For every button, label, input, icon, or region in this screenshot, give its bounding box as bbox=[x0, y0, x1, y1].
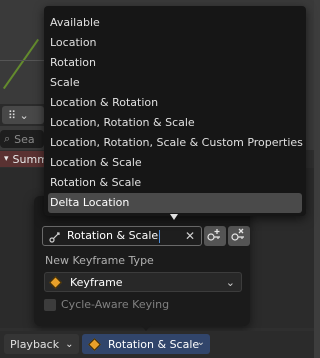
collapse-icon: ▾ bbox=[4, 154, 9, 164]
playback-label: Playback bbox=[10, 337, 60, 351]
cycle-aware-label: Cycle-Aware Keying bbox=[61, 298, 170, 311]
active-keying-set-row: Rotation & Scale ✕ bbox=[42, 226, 250, 246]
menu-item-rotation[interactable]: Rotation bbox=[48, 53, 302, 73]
clear-icon[interactable]: ✕ bbox=[185, 229, 195, 243]
keying-set-dropdown-menu: Available Location Rotation Scale Locati… bbox=[44, 6, 306, 216]
menu-item-scale[interactable]: Scale bbox=[48, 73, 302, 93]
mode-icon: ⠿ ⌄ bbox=[8, 108, 29, 122]
menu-item-location-rotation-scale-custom[interactable]: Location, Rotation, Scale & Custom Prope… bbox=[48, 133, 303, 153]
new-keyframe-type-label: New Keyframe Type bbox=[45, 254, 154, 267]
chevron-down-icon: ⌄ bbox=[65, 338, 74, 350]
popover-pointer bbox=[140, 324, 152, 331]
keyframe-type-select[interactable]: Keyframe ⌄ bbox=[44, 272, 242, 292]
key-remove-icon bbox=[231, 228, 247, 245]
menu-item-available[interactable]: Available bbox=[48, 13, 302, 33]
text-caret bbox=[159, 229, 161, 243]
menu-item-location-rotation-scale[interactable]: Location, Rotation & Scale bbox=[48, 113, 302, 133]
cycle-aware-keying-row[interactable]: Cycle-Aware Keying bbox=[44, 298, 169, 311]
keying-set-icon bbox=[47, 228, 63, 244]
keying-set-text: Rotation & Scale bbox=[67, 229, 161, 243]
menu-item-rotation-scale[interactable]: Rotation & Scale bbox=[48, 173, 302, 193]
menu-item-location[interactable]: Location bbox=[48, 33, 302, 53]
mode-select[interactable]: ⠿ ⌄ bbox=[2, 106, 44, 124]
remove-keying-set-button[interactable] bbox=[228, 226, 250, 246]
menu-item-location-scale[interactable]: Location & Scale bbox=[48, 153, 302, 173]
active-keying-set-button[interactable]: Rotation & Scale ⌄ bbox=[82, 334, 210, 354]
summary-label: Summ bbox=[12, 152, 48, 166]
blender-ui: ⠿ ⌄ ⌕ Sea ▾ Summ Rotation & Scale ✕ New … bbox=[0, 0, 314, 358]
cycle-aware-checkbox[interactable] bbox=[44, 298, 56, 311]
channel-search-input[interactable]: ⌕ Sea bbox=[0, 130, 44, 148]
keyframe-diamond-icon bbox=[88, 337, 101, 351]
summary-channel[interactable]: ▾ Summ bbox=[0, 151, 48, 167]
scroll-down-arrow-icon[interactable] bbox=[170, 214, 178, 220]
menu-item-location-rotation[interactable]: Location & Rotation bbox=[48, 93, 302, 113]
playback-menu-button[interactable]: Playback ⌄ bbox=[4, 334, 80, 354]
chevron-down-icon: ⌄ bbox=[196, 337, 205, 348]
keyframe-type-value: Keyframe bbox=[70, 275, 123, 289]
menu-item-delta-location[interactable]: Delta Location bbox=[48, 193, 302, 213]
y-axis-line bbox=[2, 38, 40, 90]
chevron-down-icon: ⌄ bbox=[225, 276, 235, 289]
search-icon: ⌕ bbox=[4, 132, 11, 145]
active-keying-set-label: Rotation & Scale bbox=[108, 337, 200, 351]
search-placeholder: Sea bbox=[14, 132, 35, 146]
active-keying-set-field[interactable]: Rotation & Scale ✕ bbox=[42, 226, 202, 246]
key-add-icon bbox=[207, 228, 223, 245]
add-keying-set-button[interactable] bbox=[204, 226, 226, 246]
keyframe-diamond-icon bbox=[49, 275, 62, 289]
